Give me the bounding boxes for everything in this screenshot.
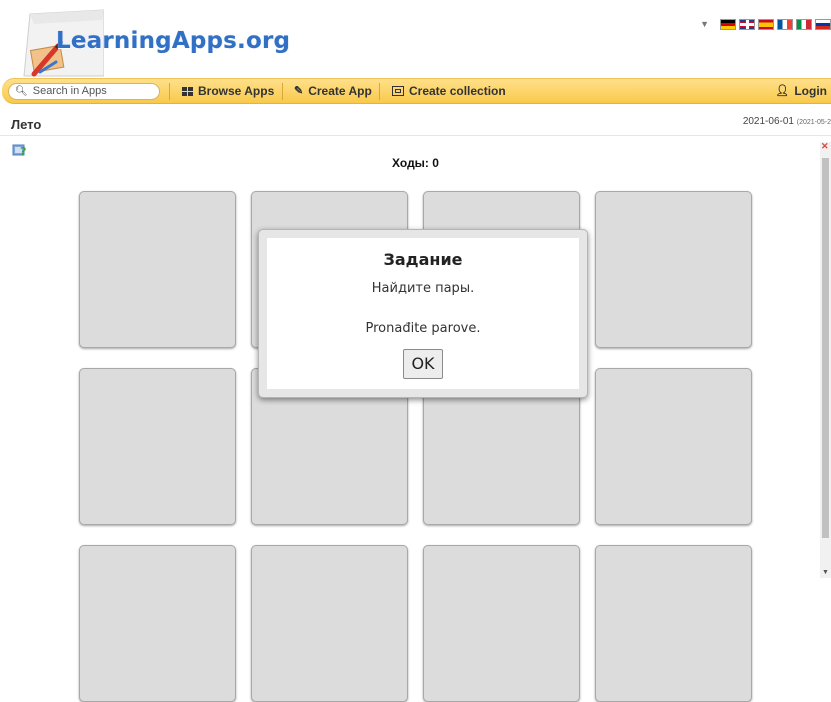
browse-apps-label: Browse Apps bbox=[198, 84, 275, 98]
flag-fr-icon[interactable] bbox=[777, 18, 793, 30]
divider bbox=[0, 135, 831, 136]
pencil-icon: ✎ bbox=[294, 85, 304, 97]
memory-card[interactable] bbox=[595, 191, 752, 348]
user-icon: 👤︎ bbox=[775, 85, 790, 97]
app-date-main: 2021-06-01 bbox=[742, 116, 794, 127]
create-app-label: Create App bbox=[308, 84, 372, 98]
memory-card[interactable] bbox=[595, 545, 752, 702]
flag-gb-icon[interactable] bbox=[739, 18, 755, 30]
grid-icon bbox=[182, 86, 193, 96]
create-collection-button[interactable]: Create collection bbox=[392, 79, 506, 103]
search-placeholder: Search in Apps bbox=[32, 85, 107, 97]
fullscreen-icon[interactable]: ✕ bbox=[821, 142, 830, 151]
vertical-scrollbar[interactable]: ✕ ▼ bbox=[820, 142, 831, 578]
collection-icon bbox=[392, 86, 404, 96]
task-dialog: Задание Найдите пары. Pronađite parove. … bbox=[258, 229, 588, 398]
flag-ru-icon[interactable] bbox=[815, 18, 831, 30]
memory-card[interactable] bbox=[251, 545, 408, 702]
login-button[interactable]: 👤︎ Login bbox=[775, 79, 827, 103]
dialog-body: Задание Найдите пары. Pronađite parove. … bbox=[267, 238, 579, 389]
search-input[interactable]: 🔍︎ Search in Apps bbox=[8, 83, 160, 100]
main-toolbar: 🔍︎ Search in Apps Browse Apps ✎ Create A… bbox=[2, 78, 831, 104]
memory-card[interactable] bbox=[595, 368, 752, 525]
app-date: 2021-06-01 (2021-05-2 bbox=[743, 116, 831, 127]
flag-it-icon[interactable] bbox=[796, 18, 812, 30]
memory-card[interactable] bbox=[79, 368, 236, 525]
toolbar-divider bbox=[169, 83, 170, 100]
scrollbar-thumb[interactable] bbox=[822, 158, 829, 538]
search-icon: 🔍︎ bbox=[15, 86, 28, 97]
app-title: Лето bbox=[11, 117, 42, 132]
toolbar-divider bbox=[379, 83, 380, 100]
memory-card[interactable] bbox=[79, 545, 236, 702]
browse-apps-button[interactable]: Browse Apps bbox=[182, 79, 274, 103]
memory-card[interactable] bbox=[79, 191, 236, 348]
toolbar-divider bbox=[282, 83, 283, 100]
header: LearningApps.org ▼ bbox=[0, 0, 831, 78]
dialog-instruction-ru: Найдите пары. bbox=[371, 281, 475, 296]
flag-es-icon[interactable] bbox=[758, 18, 774, 30]
scroll-down-icon[interactable]: ▼ bbox=[822, 569, 829, 576]
dialog-instruction-hr: Pronađite parove. bbox=[365, 321, 481, 336]
memory-card[interactable] bbox=[423, 545, 580, 702]
language-switcher[interactable]: ▼ bbox=[700, 17, 831, 31]
moves-counter: Ходы: 0 bbox=[392, 156, 439, 170]
caret-down-icon[interactable]: ▼ bbox=[700, 19, 709, 29]
logo-link[interactable]: LearningApps.org bbox=[56, 28, 290, 54]
login-label: Login bbox=[794, 84, 827, 98]
create-app-button[interactable]: ✎ Create App bbox=[294, 79, 372, 103]
task-help-icon[interactable]: ? bbox=[12, 143, 28, 157]
ok-button[interactable]: OK bbox=[403, 349, 443, 379]
create-collection-label: Create collection bbox=[409, 84, 506, 98]
dialog-title: Задание bbox=[383, 250, 463, 269]
app-date-created: (2021-05-2 bbox=[796, 119, 831, 126]
flag-de-icon[interactable] bbox=[720, 18, 736, 30]
